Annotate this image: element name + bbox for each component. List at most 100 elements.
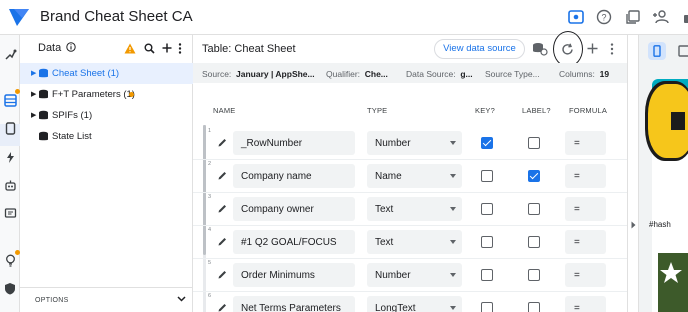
regenerate-structure-icon[interactable] [532, 42, 548, 56]
edit-pencil-icon[interactable] [217, 236, 228, 247]
tablet-mode-button[interactable] [675, 42, 688, 60]
edit-pencil-icon[interactable] [217, 137, 228, 148]
table-info-bar: Source: January | AppShe... Qualifier: C… [193, 63, 627, 83]
column-type-select[interactable]: LongText [367, 296, 462, 312]
formula-field[interactable]: = [565, 263, 606, 287]
add-column-icon[interactable] [587, 43, 598, 54]
edit-pencil-icon[interactable] [217, 302, 228, 312]
edit-pencil-icon[interactable] [217, 170, 228, 181]
dropdown-arrow-icon [450, 273, 456, 277]
automation-icon[interactable] [3, 47, 17, 61]
search-icon[interactable] [144, 43, 155, 54]
column-name-field[interactable]: _RowNumber [233, 131, 355, 155]
tree-item-label: SPIFs (1) [52, 110, 93, 121]
formula-field[interactable]: = [565, 197, 606, 221]
table-row[interactable]: 5 Order Minimums Number = [193, 259, 627, 292]
info-icon[interactable] [66, 42, 77, 52]
table-row[interactable]: 3 Company owner Text = [193, 193, 627, 226]
tree-item-cheat-sheet[interactable]: ▶ Cheat Sheet (1) [20, 63, 193, 84]
column-name-field[interactable]: #1 Q2 GOAL/FOCUS [233, 230, 355, 254]
qualifier-label: Qualifier: [326, 69, 361, 79]
preview-card-image [658, 253, 688, 312]
share-user-icon[interactable] [652, 8, 670, 26]
svg-text:?: ? [601, 13, 606, 23]
security-shield-icon[interactable] [3, 281, 17, 295]
label-checkbox[interactable] [528, 137, 540, 149]
bot-icon[interactable] [3, 178, 17, 192]
label-checkbox[interactable] [528, 236, 540, 248]
formula-field[interactable]: = [565, 296, 606, 312]
qualifier-info: Qualifier: Che... [326, 69, 391, 79]
key-checkbox[interactable] [481, 236, 493, 248]
options-section[interactable]: OPTIONS [20, 287, 193, 312]
database-icon [39, 110, 48, 120]
key-checkbox[interactable] [481, 302, 493, 312]
views-icon[interactable] [3, 121, 17, 135]
more-top-icon[interactable] [678, 8, 688, 26]
app-bar: Brand Cheat Sheet CA ? [0, 0, 688, 35]
row-number: 1 [208, 128, 212, 134]
database-icon [39, 89, 48, 99]
edit-pencil-icon[interactable] [217, 203, 228, 214]
column-name-field[interactable]: Net Terms Parameters [233, 296, 355, 312]
table-row[interactable]: 2 Company name Name = [193, 160, 627, 193]
preview-image-mark [671, 112, 685, 130]
intelligence-icon[interactable] [3, 206, 17, 220]
chevron-down-icon[interactable] [177, 296, 186, 302]
col-header-label: LABEL? [522, 106, 551, 115]
column-name-field[interactable]: Company owner [233, 197, 355, 221]
preview-toggle-icon[interactable] [567, 8, 585, 26]
view-data-source-button[interactable]: View data source [434, 39, 525, 59]
table-row[interactable]: 1 _RowNumber Number = [193, 127, 627, 160]
column-name-field[interactable]: Company name [233, 164, 355, 188]
formula-field[interactable]: = [565, 230, 606, 254]
table-row[interactable]: 4 #1 Q2 GOAL/FOCUS Text = [193, 226, 627, 259]
table-row[interactable]: 6 Net Terms Parameters LongText = [193, 292, 627, 312]
lightbulb-icon[interactable] [3, 253, 17, 267]
collapse-arrow-icon[interactable] [631, 221, 636, 229]
add-table-icon[interactable] [162, 43, 172, 53]
preview-collapse-bar[interactable] [627, 35, 639, 312]
column-type-select[interactable]: Name [367, 164, 462, 188]
label-checkbox[interactable] [528, 302, 540, 312]
column-type-select[interactable]: Text [367, 230, 462, 254]
data-panel-header: Data [20, 35, 193, 61]
column-type-select[interactable]: Number [367, 131, 462, 155]
database-icon [39, 131, 48, 141]
tree-item-state-list[interactable]: State List [20, 126, 193, 147]
sourcetype-label: Source Type... [485, 69, 540, 79]
column-type-value: Text [375, 237, 394, 248]
dropdown-arrow-icon [450, 240, 456, 244]
caret-right-icon[interactable]: ▶ [31, 90, 36, 98]
column-type-select[interactable]: Number [367, 263, 462, 287]
help-icon[interactable]: ? [595, 8, 613, 26]
label-checkbox[interactable] [528, 203, 540, 215]
label-checkbox[interactable] [528, 269, 540, 281]
mobile-mode-button[interactable] [648, 42, 666, 60]
label-checkbox[interactable] [528, 170, 540, 182]
more-vert-icon[interactable] [178, 43, 182, 54]
gallery-icon[interactable] [624, 8, 642, 26]
edit-pencil-icon[interactable] [217, 269, 228, 280]
columns-info: Columns: 19 [559, 69, 625, 79]
tree-item-ft-parameters[interactable]: ▶ F+T Parameters (1) [20, 84, 193, 105]
data-title-text: Data [38, 42, 62, 54]
actions-icon[interactable] [3, 150, 17, 164]
formula-field[interactable]: = [565, 164, 606, 188]
refresh-icon[interactable] [561, 43, 574, 56]
key-checkbox[interactable] [481, 137, 493, 149]
tree-item-spifs[interactable]: ▶ SPIFs (1) [20, 105, 193, 126]
caret-right-icon[interactable]: ▶ [31, 111, 36, 119]
warning-icon[interactable] [124, 43, 136, 54]
table-more-icon[interactable] [610, 43, 614, 55]
column-type-select[interactable]: Text [367, 197, 462, 221]
column-name-field[interactable]: Order Minimums [233, 263, 355, 287]
table-editor: Table: Cheat Sheet View data source Sour… [193, 31, 627, 312]
caret-right-icon[interactable]: ▶ [31, 69, 36, 77]
qualifier-value: Che... [364, 69, 388, 79]
key-checkbox[interactable] [481, 269, 493, 281]
key-checkbox[interactable] [481, 170, 493, 182]
formula-field[interactable]: = [565, 131, 606, 155]
data-icon[interactable] [3, 93, 17, 107]
key-checkbox[interactable] [481, 203, 493, 215]
